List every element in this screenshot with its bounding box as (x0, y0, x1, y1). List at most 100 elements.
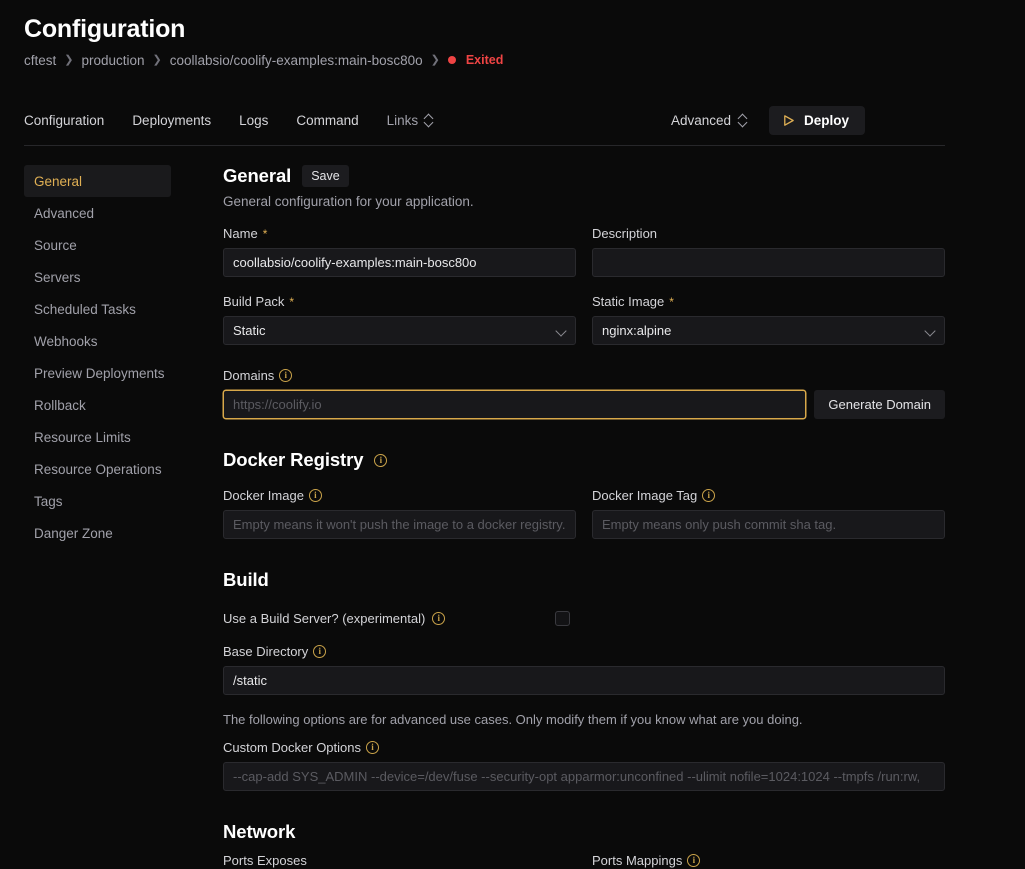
name-label-wrap: Name * (223, 225, 576, 242)
ports-row: Ports Exposes Ports Mappings i (223, 852, 945, 869)
sidebar-item-general[interactable]: General (24, 165, 171, 197)
play-icon (782, 114, 795, 127)
ports-exposes-label-wrap: Ports Exposes (223, 852, 576, 869)
sidebar-item-source[interactable]: Source (24, 229, 171, 261)
sidebar-item-advanced[interactable]: Advanced (24, 197, 171, 229)
base-directory-label: Base Directory (223, 644, 309, 659)
ports-exposes-label: Ports Exposes (223, 853, 307, 868)
sidebar-item-tags[interactable]: Tags (24, 485, 171, 517)
sidebar-item-webhooks[interactable]: Webhooks (24, 325, 171, 357)
status-dot-icon (447, 56, 456, 64)
build-header: Build (223, 569, 945, 591)
tab-links-label: Links (386, 113, 419, 128)
build-server-checkbox[interactable] (555, 610, 570, 626)
custom-docker-options-field-group: Custom Docker Options i (223, 739, 945, 791)
docker-registry-row: Docker Image i Docker Image Tag i (223, 487, 945, 539)
info-icon[interactable]: i (313, 645, 327, 658)
domains-label: Domains (223, 368, 275, 383)
tab-logs[interactable]: Logs (239, 113, 268, 128)
breadcrumb-separator-icon: ❯ (152, 53, 162, 66)
info-icon[interactable]: i (279, 369, 293, 382)
info-icon[interactable]: i (366, 741, 379, 754)
tab-command[interactable]: Command (296, 113, 358, 128)
page-title: Configuration (24, 15, 186, 43)
static-image-label-wrap: Static Image * (592, 293, 945, 310)
ports-mappings-field-group: Ports Mappings i (592, 852, 945, 869)
buildpack-staticimage-row: Build Pack * Static Static Image * nginx… (223, 293, 945, 345)
tab-configuration[interactable]: Configuration (24, 113, 104, 128)
name-label: Name (223, 226, 258, 241)
info-icon[interactable]: i (432, 611, 446, 625)
domains-field-group: Domains i Generate Domain (223, 367, 945, 419)
docker-registry-header: Docker Registry i (223, 449, 945, 471)
chevron-up-down-icon (424, 114, 433, 127)
deploy-button[interactable]: Deploy (768, 106, 865, 135)
static-image-select[interactable]: nginx:alpine (592, 316, 945, 345)
tab-bar: Configuration Deployments Logs Command L… (24, 104, 945, 146)
tab-links[interactable]: Links (387, 113, 434, 128)
info-icon[interactable]: i (702, 489, 716, 502)
advanced-options-note: The following options are for advanced u… (223, 712, 803, 727)
build-pack-select[interactable]: Static (223, 316, 576, 345)
docker-image-tag-label: Docker Image Tag (592, 488, 698, 503)
breadcrumb-separator-icon: ❯ (430, 53, 440, 66)
general-title: General (223, 165, 292, 186)
configuration-page: Configuration cftest ❯ production ❯ cool… (0, 0, 1025, 869)
ports-mappings-label-wrap: Ports Mappings i (592, 852, 945, 869)
docker-registry-title: Docker Registry (223, 449, 364, 470)
required-marker: * (262, 226, 268, 241)
description-input[interactable] (592, 248, 945, 277)
general-section-header: General Save (223, 165, 945, 187)
docker-image-input[interactable] (223, 510, 576, 539)
info-icon[interactable]: i (308, 489, 322, 502)
base-directory-input[interactable] (223, 666, 945, 695)
build-pack-select-wrap: Static (223, 316, 576, 345)
custom-docker-options-label: Custom Docker Options (223, 740, 361, 755)
sidebar-item-preview-deployments[interactable]: Preview Deployments (24, 357, 171, 389)
sidebar-item-scheduled-tasks[interactable]: Scheduled Tasks (24, 293, 171, 325)
name-input[interactable] (223, 248, 576, 277)
build-server-label-wrap: Use a Build Server? (experimental) i (223, 611, 555, 626)
header-actions: Advanced Deploy (671, 104, 865, 137)
sidebar-item-rollback[interactable]: Rollback (24, 389, 171, 421)
description-label-wrap: Description (592, 225, 945, 242)
required-marker: * (669, 294, 674, 309)
ports-exposes-field-group: Ports Exposes (223, 852, 576, 869)
network-title: Network (223, 821, 296, 842)
description-label: Description (592, 226, 658, 241)
ports-mappings-label: Ports Mappings (592, 853, 683, 868)
breadcrumb-item-resource[interactable]: coollabsio/coolify-examples:main-bosc80o (170, 53, 423, 68)
info-icon[interactable]: i (374, 453, 388, 467)
domains-label-wrap: Domains i (223, 367, 945, 384)
breadcrumb-item-environment[interactable]: production (81, 53, 144, 68)
docker-image-label: Docker Image (223, 488, 304, 503)
info-icon[interactable]: i (687, 854, 701, 867)
build-pack-label: Build Pack (223, 294, 285, 309)
description-field-group: Description (592, 225, 945, 277)
tab-list: Configuration Deployments Logs Command L… (24, 104, 433, 137)
network-header: Network (223, 821, 945, 843)
name-field-group: Name * (223, 225, 576, 277)
advanced-menu-button[interactable]: Advanced (671, 113, 747, 128)
domains-input[interactable] (223, 390, 807, 419)
sidebar-item-resource-limits[interactable]: Resource Limits (24, 421, 171, 453)
sidebar-item-resource-operations[interactable]: Resource Operations (24, 453, 171, 485)
base-directory-label-wrap: Base Directory i (223, 643, 945, 660)
docker-image-label-wrap: Docker Image i (223, 487, 576, 504)
save-button[interactable]: Save (302, 165, 349, 187)
settings-sidebar: General Advanced Source Servers Schedule… (24, 165, 171, 869)
advanced-menu-label: Advanced (670, 113, 731, 128)
build-section: Build Use a Build Server? (experimental)… (223, 569, 945, 791)
sidebar-item-danger-zone[interactable]: Danger Zone (24, 517, 171, 549)
buildpack-field-group: Build Pack * Static (223, 293, 576, 345)
build-server-row: Use a Build Server? (experimental) i (223, 607, 945, 629)
tab-deployments[interactable]: Deployments (132, 113, 211, 128)
custom-docker-options-input[interactable] (223, 762, 945, 791)
docker-image-tag-input[interactable] (592, 510, 945, 539)
settings-content: General Save General configuration for y… (171, 165, 1025, 869)
breadcrumb-item-project[interactable]: cftest (24, 53, 56, 68)
generate-domain-button[interactable]: Generate Domain (814, 390, 945, 419)
sidebar-item-servers[interactable]: Servers (24, 261, 171, 293)
docker-image-tag-field-group: Docker Image Tag i (592, 487, 945, 539)
status-badge: Exited (465, 53, 504, 67)
